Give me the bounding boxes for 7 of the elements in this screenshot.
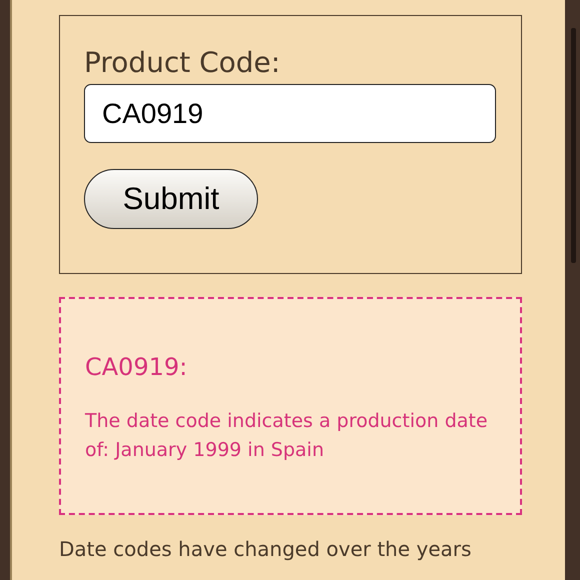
result-heading: CA0919: — [85, 352, 188, 383]
submit-button[interactable]: Submit — [84, 169, 258, 229]
body-text: Date codes have changed over the years — [59, 537, 472, 561]
field-label: Product Code: — [84, 46, 280, 80]
scrollbar[interactable] — [571, 28, 576, 263]
result-message: The date code indicates a production date of: January 1999 in Spain — [85, 409, 489, 463]
input-field[interactable]: CA0919 — [84, 84, 496, 143]
